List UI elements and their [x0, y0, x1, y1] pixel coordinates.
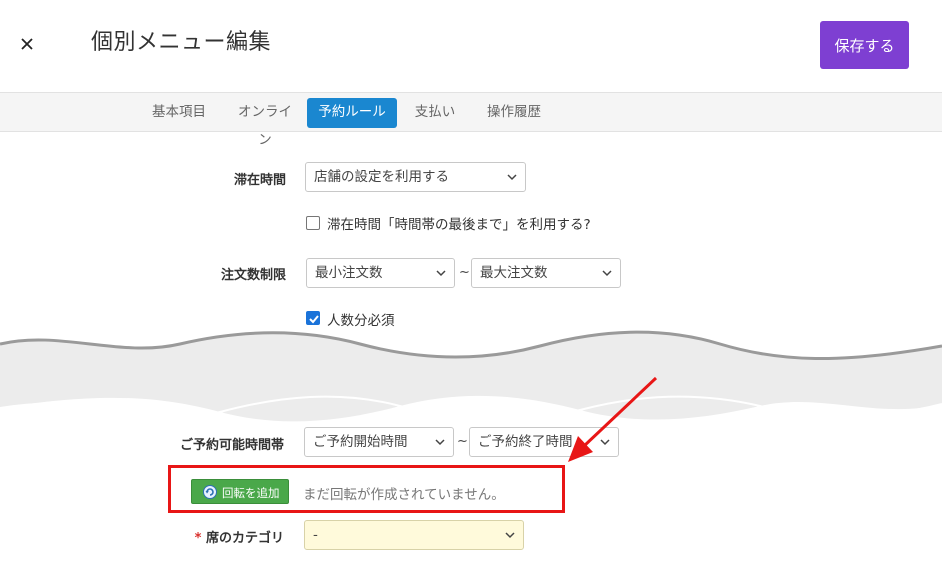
booking-time-separator: ~	[457, 434, 468, 449]
highlight-box	[168, 465, 565, 513]
tab-online[interactable]: オンライン	[232, 98, 298, 148]
chevron-down-icon	[436, 270, 446, 277]
chevron-down-icon	[505, 532, 515, 539]
stay-time-label: 滞在時間	[233, 173, 286, 188]
tab-reservation-rules[interactable]: 予約ルール	[307, 98, 397, 128]
stay-time-value: 店舗の設定を利用する	[314, 169, 449, 185]
seat-category-label-text: 席のカテゴリ	[205, 531, 284, 546]
save-button[interactable]: 保存する	[820, 21, 909, 69]
order-limit-separator: ~	[459, 265, 470, 280]
max-order-select[interactable]: 最大注文数	[471, 258, 621, 288]
tab-history[interactable]: 操作履歴	[478, 98, 550, 128]
seat-category-select[interactable]: -	[304, 520, 524, 550]
stay-time-checkbox-label: 滞在時間「時間帯の最後まで」を利用する?	[327, 217, 591, 233]
seat-category-value: -	[313, 527, 318, 543]
close-icon[interactable]	[17, 33, 39, 55]
booking-start-select[interactable]: ご予約開始時間	[304, 427, 454, 457]
min-order-value: 最小注文数	[315, 265, 383, 281]
seat-category-label: * 席のカテゴリ	[180, 527, 284, 546]
page-title: 個別メニュー編集	[91, 30, 272, 55]
booking-time-label: ご予約可能時間帯	[179, 438, 284, 453]
tab-payment[interactable]: 支払い	[408, 98, 462, 128]
required-mark: *	[194, 531, 202, 546]
annotation-arrow	[568, 376, 658, 462]
chevron-down-icon	[435, 439, 445, 446]
stay-time-select[interactable]: 店舗の設定を利用する	[305, 162, 526, 192]
chevron-down-icon	[602, 270, 612, 277]
chevron-down-icon	[507, 174, 517, 181]
torn-edge-divider	[0, 330, 942, 422]
booking-end-value: ご予約終了時間	[478, 434, 573, 450]
stay-time-checkbox[interactable]	[306, 216, 320, 230]
booking-start-value: ご予約開始時間	[313, 434, 408, 450]
max-order-value: 最大注文数	[480, 265, 548, 281]
min-order-select[interactable]: 最小注文数	[306, 258, 455, 288]
tab-basic[interactable]: 基本項目	[143, 98, 215, 128]
tab-bar: 基本項目 オンライン 予約ルール 支払い 操作履歴	[0, 92, 942, 148]
order-limit-label: 注文数制限	[220, 268, 286, 283]
